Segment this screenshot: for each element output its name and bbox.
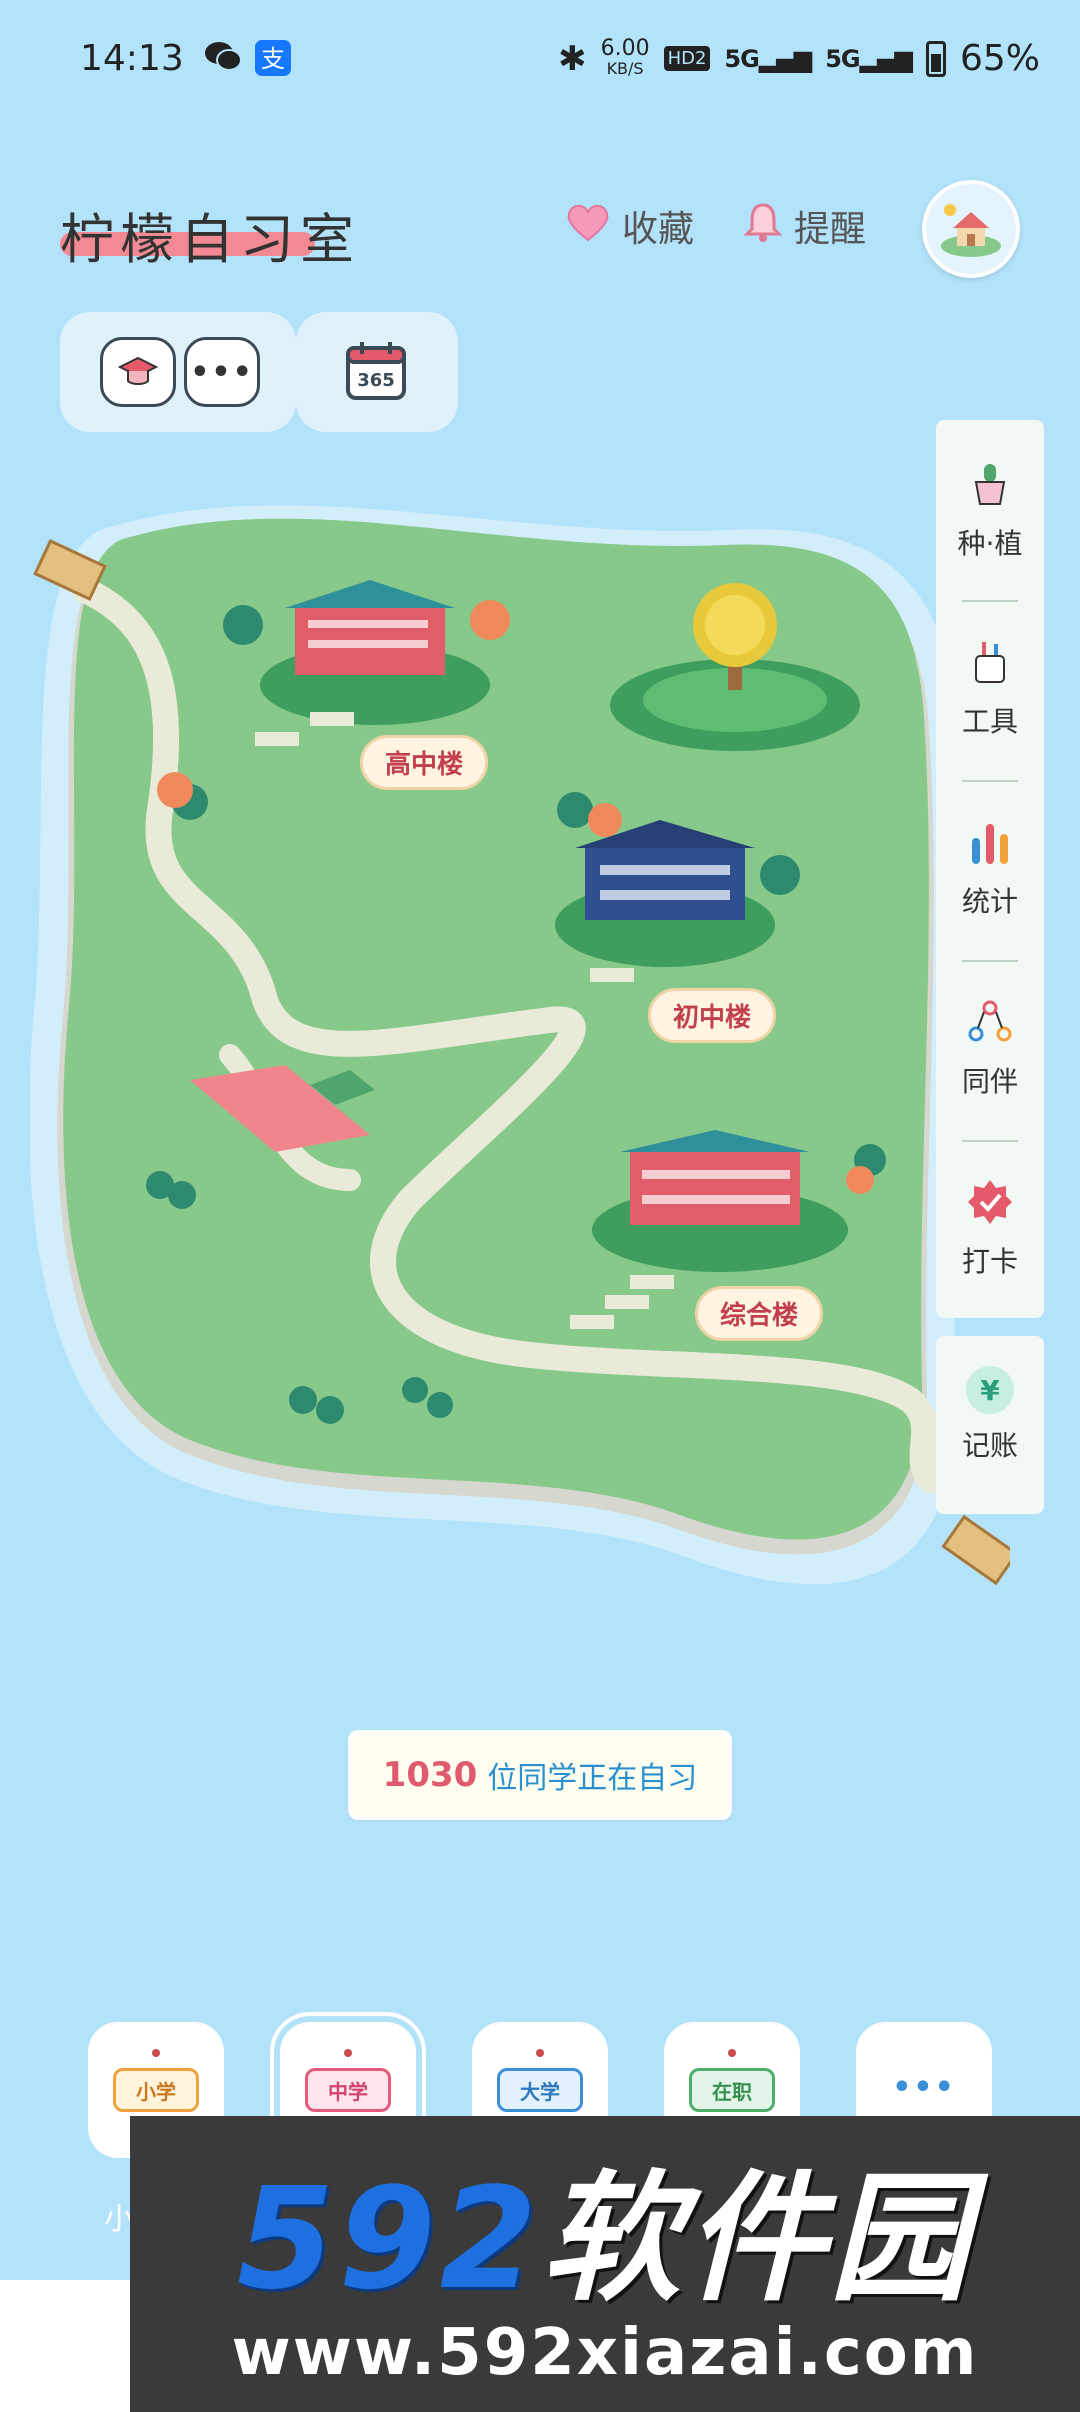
building-label-gaozhong[interactable]: 高中楼 <box>360 735 489 790</box>
side-label-checkin: 打卡 <box>961 1245 1018 1278</box>
svg-text:支: 支 <box>261 45 285 73</box>
alipay-icon: 支 <box>255 40 291 84</box>
side-label-tools: 工具 <box>961 705 1018 738</box>
bluetooth-icon: ✱ <box>558 38 587 79</box>
online-count: 1030 <box>382 1755 478 1795</box>
status-time: 14:13 <box>80 38 184 79</box>
watermark-cn: 软件园 <box>541 2158 974 2321</box>
mode-toolbar: ••• <box>60 312 296 432</box>
net-speed: 6.00 KB/S <box>600 35 650 78</box>
bar-chart-icon <box>972 824 1008 864</box>
divider <box>962 1140 1018 1142</box>
cactus-pot-icon <box>974 464 1006 505</box>
building-label-zonghe[interactable]: 综合楼 <box>695 1286 824 1341</box>
side-label-stats: 统计 <box>961 885 1018 918</box>
side-item-checkin[interactable]: 打卡 <box>936 1178 1044 1280</box>
online-counter: 1030 位同学正在自习 <box>348 1730 732 1820</box>
calendar-badge: 365 <box>357 370 395 391</box>
reminder-label: 提醒 <box>794 209 867 250</box>
building-label-chuzhong[interactable]: 初中楼 <box>648 988 777 1043</box>
side-item-ledger[interactable]: ¥ 记账 <box>936 1366 1044 1464</box>
island-map <box>28 505 1019 1586</box>
companion-icon <box>968 1000 1012 1042</box>
calendar-button[interactable]: 365 <box>344 338 408 402</box>
hd-icon: HD2 <box>663 46 711 71</box>
ellipsis-icon: ••• <box>190 354 254 390</box>
calendar-toolbar: 365 <box>296 312 458 432</box>
online-count-text: 位同学正在自习 <box>487 1761 698 1796</box>
campus-map[interactable]: 高中楼 初中楼 综合楼 <box>28 480 1019 1630</box>
university-sign: 大学 <box>497 2068 583 2112</box>
graduation-cap-icon <box>118 356 158 385</box>
bell-icon <box>743 201 783 252</box>
watermark-url: www.592xiazai.com <box>231 2316 979 2390</box>
primary-school-sign: 小学 <box>113 2068 199 2112</box>
pen-holder-icon <box>975 642 1005 683</box>
watermark-overlay: 592软件园 www.592xiazai.com <box>130 2116 1080 2412</box>
watermark-logo: 592软件园 <box>140 2126 1070 2328</box>
side-tool-panel: 种·植 工具 统计 同伴 打卡 <box>936 420 1044 1318</box>
reminder-button[interactable]: 提醒 <box>743 200 867 252</box>
house-avatar-icon <box>941 204 1001 257</box>
middle-school-sign: 中学 <box>305 2068 391 2112</box>
yen-coin-icon: ¥ <box>966 1366 1014 1414</box>
status-bar: 14:13 支 ✱ 6.00 KB/S HD2 5G▂▄▆ 5G▂▄▆ 65% <box>0 0 1080 125</box>
divider <box>962 780 1018 782</box>
side-label-ledger: 记账 <box>961 1429 1018 1462</box>
watermark-number: 592 <box>236 2158 542 2321</box>
avatar[interactable] <box>922 180 1020 278</box>
battery-percent: 65% <box>959 38 1040 79</box>
favorite-button[interactable]: 收藏 <box>566 200 694 252</box>
divider <box>962 600 1018 602</box>
wechat-icon <box>204 40 242 80</box>
checkin-badge-icon <box>968 1180 1012 1224</box>
side-item-planting[interactable]: 种·植 <box>936 460 1044 562</box>
signal-icon: 5G▂▄▆ <box>724 44 812 73</box>
divider <box>962 960 1018 962</box>
heart-icon <box>566 202 610 251</box>
favorite-label: 收藏 <box>622 209 695 250</box>
app-title: 柠檬自习室 <box>60 208 360 271</box>
bottom-white-strip <box>0 2280 130 2412</box>
ledger-panel[interactable]: ¥ 记账 <box>936 1336 1044 1514</box>
working-sign: 在职 <box>689 2068 775 2112</box>
side-item-tools[interactable]: 工具 <box>936 638 1044 740</box>
battery-icon <box>925 40 946 77</box>
graduation-cap-button[interactable] <box>100 337 176 407</box>
more-button[interactable]: ••• <box>184 337 260 407</box>
side-label-planting: 种·植 <box>957 527 1023 560</box>
status-indicators: ✱ 6.00 KB/S HD2 5G▂▄▆ 5G▂▄▆ 65% <box>558 35 1040 79</box>
side-label-companion: 同伴 <box>961 1065 1018 1098</box>
side-item-companion[interactable]: 同伴 <box>936 998 1044 1100</box>
side-item-stats[interactable]: 统计 <box>936 818 1044 920</box>
signal-icon-2: 5G▂▄▆ <box>825 44 913 73</box>
